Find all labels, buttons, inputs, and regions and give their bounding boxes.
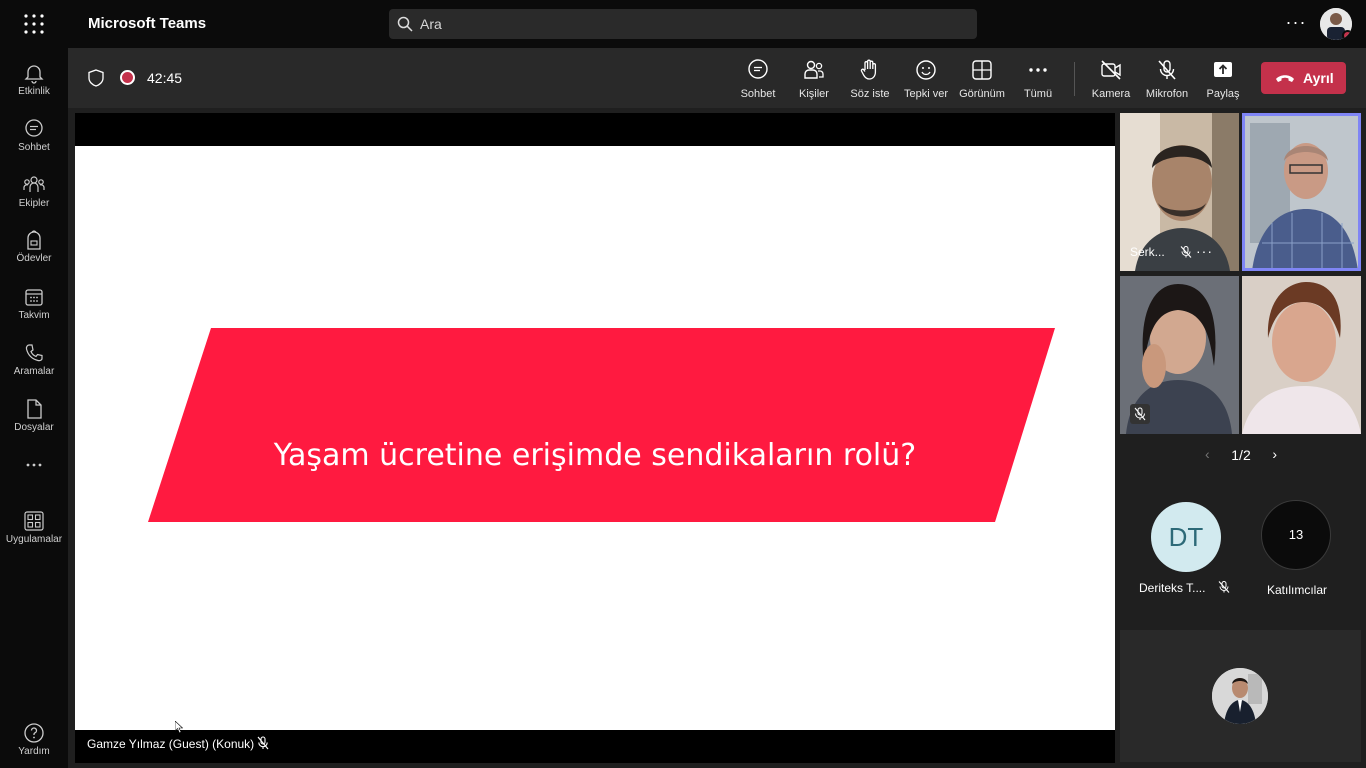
chevron-left-icon[interactable]: ‹ [1205, 446, 1210, 462]
camera-off-icon [1101, 60, 1121, 80]
toolbar-divider [1074, 62, 1075, 96]
participant-name: Serk... [1130, 245, 1165, 259]
people-button[interactable]: Kişiler [786, 56, 842, 104]
more-options-icon[interactable]: ··· [1284, 12, 1308, 36]
top-bar: Microsoft Teams Ara ··· [0, 0, 1366, 48]
shared-content-stage: Yaşam ücretine erişimde sendikaların rol… [75, 113, 1115, 763]
shield-icon[interactable] [88, 69, 104, 87]
participant-tile[interactable]: Serk... ··· [1120, 113, 1239, 271]
participant-tile-active-speaker[interactable] [1242, 113, 1361, 271]
rail-item-files[interactable]: Dosyalar [0, 390, 68, 442]
app-launcher-icon[interactable] [24, 14, 44, 34]
participants-label: Katılımcılar [1267, 583, 1328, 597]
chevron-right-icon[interactable]: › [1272, 446, 1277, 462]
participant-name: Deriteks T.... [1139, 581, 1206, 595]
chat-button[interactable]: Sohbet [730, 56, 786, 104]
chat-icon [748, 59, 768, 79]
mic-off-icon [1158, 60, 1176, 80]
ellipsis-icon [1029, 68, 1047, 72]
rail-item-calendar[interactable]: Takvim [0, 278, 68, 330]
react-button[interactable]: Tepki ver [898, 56, 954, 104]
mic-toggle-button[interactable]: Mikrofon [1139, 56, 1195, 104]
phone-icon [25, 344, 43, 362]
rail-more-apps[interactable] [0, 452, 68, 484]
ellipsis-icon [26, 463, 42, 467]
mic-off-icon [1180, 246, 1192, 258]
presentation-slide: Yaşam ücretine erişimde sendikaların rol… [75, 146, 1115, 730]
mic-off-icon [1218, 581, 1230, 593]
share-tray-icon [1214, 62, 1232, 77]
mic-off-icon [257, 736, 269, 750]
search-icon [397, 16, 413, 32]
rail-item-assignments[interactable]: Ödevler [0, 221, 68, 273]
user-avatar[interactable] [1320, 8, 1352, 40]
rail-item-apps[interactable]: Uygulamalar [0, 502, 68, 554]
file-icon [27, 399, 42, 419]
rail-item-activity[interactable]: Etkinlik [0, 54, 68, 106]
smiley-icon [916, 60, 936, 80]
rail-item-help[interactable]: Yardım [0, 714, 68, 766]
teams-icon [23, 176, 45, 192]
presence-busy-badge [1342, 30, 1352, 40]
rail-item-teams[interactable]: Ekipler [0, 166, 68, 218]
app-title: Microsoft Teams [88, 15, 207, 32]
participant-tile[interactable] [1120, 276, 1239, 434]
participant-tile[interactable] [1242, 276, 1361, 434]
app-rail: Etkinlik Sohbet Ekipler Ödevler Takvim A… [0, 48, 68, 768]
leave-button[interactable]: Ayrıl [1261, 62, 1346, 94]
mic-off-icon [1130, 404, 1150, 424]
participant-video [1242, 276, 1361, 434]
search-box[interactable]: Ara [389, 9, 977, 39]
apps-icon [24, 511, 44, 531]
hand-icon [860, 59, 877, 80]
raise-hand-button[interactable]: Söz iste [842, 56, 898, 104]
self-view-tile[interactable] [1120, 630, 1361, 762]
more-actions-button[interactable]: Tümü [1010, 56, 1066, 104]
people-icon [804, 60, 824, 79]
hang-up-icon [1276, 75, 1294, 82]
presenter-name: Gamze Yılmaz (Guest) (Konuk) [87, 737, 255, 751]
participant-more-icon[interactable]: ··· [1196, 243, 1213, 259]
chat-icon [25, 119, 43, 137]
bell-icon [24, 65, 44, 84]
participant-count[interactable]: 13 [1261, 500, 1331, 570]
assignments-icon [27, 230, 41, 250]
mouse-pointer-icon [175, 721, 183, 733]
participant-initials-avatar[interactable]: DT [1151, 502, 1221, 572]
view-button[interactable]: Görünüm [954, 56, 1010, 104]
call-timer: 42:45 [147, 70, 183, 86]
call-control-bar: 42:45 Sohbet Kişiler Söz iste Tepki ver … [68, 48, 1366, 108]
page-indicator: 1/2 [1231, 447, 1251, 463]
self-avatar [1212, 668, 1268, 724]
camera-toggle-button[interactable]: Kamera [1083, 56, 1139, 104]
participant-video [1242, 113, 1361, 271]
search-input[interactable]: Ara [420, 16, 442, 32]
slide-title: Yaşam ücretine erişimde sendikaların rol… [273, 438, 917, 473]
share-button[interactable]: Paylaş [1195, 56, 1251, 104]
help-icon [24, 723, 44, 743]
grid-view-icon [972, 60, 992, 80]
rail-item-chat[interactable]: Sohbet [0, 110, 68, 162]
gallery-pager: ‹ 1/2 › [1201, 446, 1281, 466]
recording-icon [120, 70, 135, 85]
rail-item-calls[interactable]: Aramalar [0, 334, 68, 386]
calendar-icon [25, 289, 43, 306]
self-photo [1212, 668, 1268, 724]
